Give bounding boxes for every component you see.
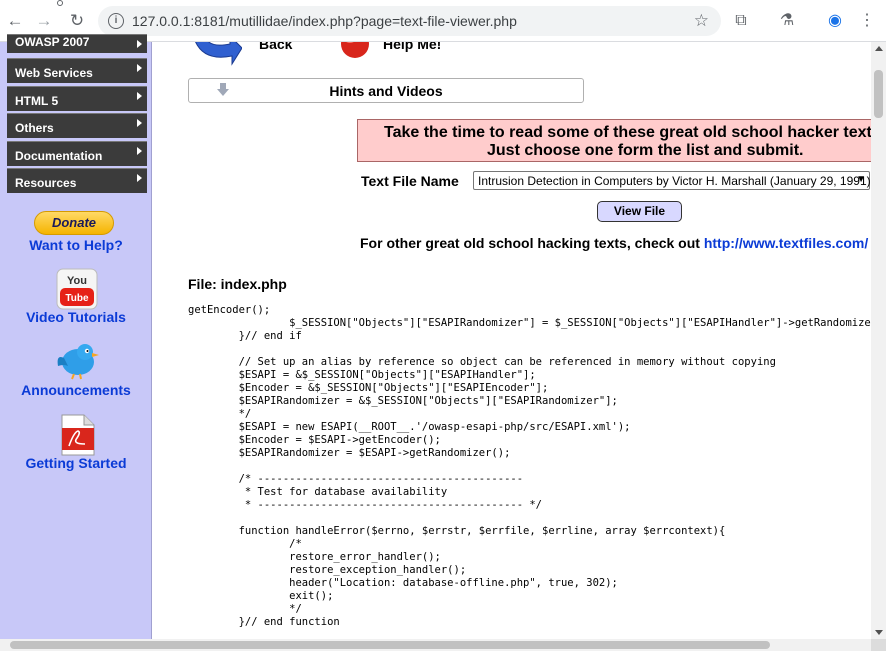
chevron-right-icon xyxy=(137,174,142,182)
chevron-right-icon xyxy=(137,92,142,100)
sidebar-item-label: Web Services xyxy=(15,66,93,80)
url-text[interactable]: 127.0.0.1:8181/mutillidae/index.php?page… xyxy=(132,13,517,29)
back-arrow-icon[interactable]: ← xyxy=(4,10,26,32)
chevron-right-icon xyxy=(137,64,142,72)
want-to-help-link[interactable]: Want to Help? xyxy=(0,237,152,253)
code-line: header("Location: database-offline.php",… xyxy=(188,577,618,589)
chevron-down-icon: ▼ xyxy=(856,174,866,185)
scroll-down-arrow-icon[interactable] xyxy=(875,630,883,635)
profile-icon[interactable]: ◉ xyxy=(824,10,846,32)
video-tutorials-link[interactable]: Video Tutorials xyxy=(0,309,152,325)
horizontal-scroll-thumb[interactable] xyxy=(10,641,770,649)
code-line: $_SESSION["Objects"]["ESAPIRandomizer"] … xyxy=(188,317,871,329)
scrollbar-corner xyxy=(871,639,886,651)
text-file-select[interactable]: Intrusion Detection in Computers by Vict… xyxy=(473,171,871,190)
code-line: // Set up an alias by reference so objec… xyxy=(188,356,776,368)
text-file-name-label: Text File Name xyxy=(361,173,459,189)
file-contents: getEncoder(); $_SESSION["Objects"]["ESAP… xyxy=(188,304,871,629)
donate-button[interactable]: Donate xyxy=(34,211,114,235)
file-heading: File: index.php xyxy=(188,276,287,292)
sidebar-item-label: HTML 5 xyxy=(15,94,59,108)
youtube-icon[interactable]: You Tube xyxy=(56,268,98,310)
code-line: */ xyxy=(188,408,252,420)
help-buoy-icon[interactable] xyxy=(340,42,370,62)
code-line: }// end function xyxy=(188,616,340,628)
getting-started-link[interactable]: Getting Started xyxy=(0,455,152,471)
sidebar-item-label: Others xyxy=(15,121,54,135)
sidebar-item-label: OWASP 2007 xyxy=(15,35,90,49)
code-line: $ESAPI = &$_SESSION["Objects"]["ESAPIHan… xyxy=(188,369,536,381)
labs-flask-icon[interactable]: ⚗ xyxy=(776,10,798,32)
code-line: * Test for database availability xyxy=(188,486,448,498)
code-line: function handleError($errno, $errstr, $e… xyxy=(188,525,726,537)
extensions-icon[interactable]: ⧉ xyxy=(730,10,752,32)
sidebar-item-label: Documentation xyxy=(15,149,103,163)
vertical-scrollbar[interactable] xyxy=(871,42,886,639)
code-line: restore_error_handler(); xyxy=(188,551,441,563)
code-line: restore_exception_handler(); xyxy=(188,564,467,576)
pdf-document-icon[interactable] xyxy=(58,414,96,456)
sidebar-item-web-services[interactable]: Web Services xyxy=(7,58,147,83)
tab-indicator-icon xyxy=(57,0,63,6)
sidebar-item-resources[interactable]: Resources xyxy=(7,168,147,193)
code-line: $Encoder = &$_SESSION["Objects"]["ESAPIE… xyxy=(188,382,549,394)
selected-file-value: Intrusion Detection in Computers by Vict… xyxy=(478,174,871,188)
chevron-right-icon xyxy=(137,147,142,155)
other-texts-line: For other great old school hacking texts… xyxy=(360,235,871,251)
chevron-right-icon xyxy=(137,40,142,48)
code-line: $ESAPI = new ESAPI(__ROOT__.'/owasp-esap… xyxy=(188,421,631,433)
code-line: /* -------------------------------------… xyxy=(188,473,524,485)
code-line: }// end if xyxy=(188,330,302,342)
sidebar-item-others[interactable]: Others xyxy=(7,113,147,138)
sidebar-item-html5[interactable]: HTML 5 xyxy=(7,86,147,111)
bookmark-star-icon[interactable]: ☆ xyxy=(694,11,709,31)
browser-menu-icon[interactable]: ⋮ xyxy=(856,10,878,32)
sidebar-item-label: Resources xyxy=(15,176,77,190)
horizontal-scrollbar[interactable] xyxy=(0,639,871,651)
view-file-button[interactable]: View File xyxy=(597,201,682,222)
code-line: /* xyxy=(188,538,302,550)
code-line: getEncoder(); xyxy=(188,304,271,316)
sidebar-item-owasp-2007[interactable]: OWASP 2007 xyxy=(7,34,147,53)
main-content: Back Help Me! Hints and Videos Take the … xyxy=(152,42,871,639)
vertical-scroll-thumb[interactable] xyxy=(874,70,883,118)
code-line: */ xyxy=(188,603,302,615)
sidebar: OWASP 2007 Web Services HTML 5 Others Do… xyxy=(0,34,152,642)
textfiles-link[interactable]: http://www.textfiles.com/ xyxy=(704,235,868,251)
chevron-right-icon xyxy=(137,119,142,127)
code-line: $ESAPIRandomizer = $ESAPI->getRandomizer… xyxy=(188,447,511,459)
youtube-you-text: You xyxy=(67,275,87,287)
back-arrow-graphic-icon[interactable] xyxy=(192,42,242,66)
info-banner: Take the time to read some of these grea… xyxy=(357,119,871,162)
code-line: $ESAPIRandomizer = &$_SESSION["Objects"]… xyxy=(188,395,618,407)
address-bar[interactable]: i 127.0.0.1:8181/mutillidae/index.php?pa… xyxy=(98,6,721,36)
code-line: $Encoder = $ESAPI->getEncoder(); xyxy=(188,434,441,446)
other-texts-text: For other great old school hacking texts… xyxy=(360,235,704,251)
youtube-tube-text: Tube xyxy=(65,293,89,304)
announcements-link[interactable]: Announcements xyxy=(0,382,152,398)
site-info-icon[interactable]: i xyxy=(108,13,124,29)
hints-label: Hints and Videos xyxy=(329,83,443,99)
hints-and-videos-toggle[interactable]: Hints and Videos xyxy=(188,78,584,103)
code-line: exit(); xyxy=(188,590,334,602)
help-me-link[interactable]: Help Me! xyxy=(383,42,441,52)
reload-icon[interactable]: ↻ xyxy=(66,10,88,32)
sidebar-item-documentation[interactable]: Documentation xyxy=(7,141,147,166)
twitter-bird-icon[interactable] xyxy=(54,340,100,380)
back-link[interactable]: Back xyxy=(259,42,292,52)
banner-line-1: Take the time to read some of these grea… xyxy=(384,124,871,141)
code-line: * --------------------------------------… xyxy=(188,499,543,511)
forward-arrow-icon[interactable]: → xyxy=(33,10,55,32)
banner-line-2: Just choose one form the list and submit… xyxy=(487,142,804,159)
scroll-up-arrow-icon[interactable] xyxy=(875,46,883,51)
